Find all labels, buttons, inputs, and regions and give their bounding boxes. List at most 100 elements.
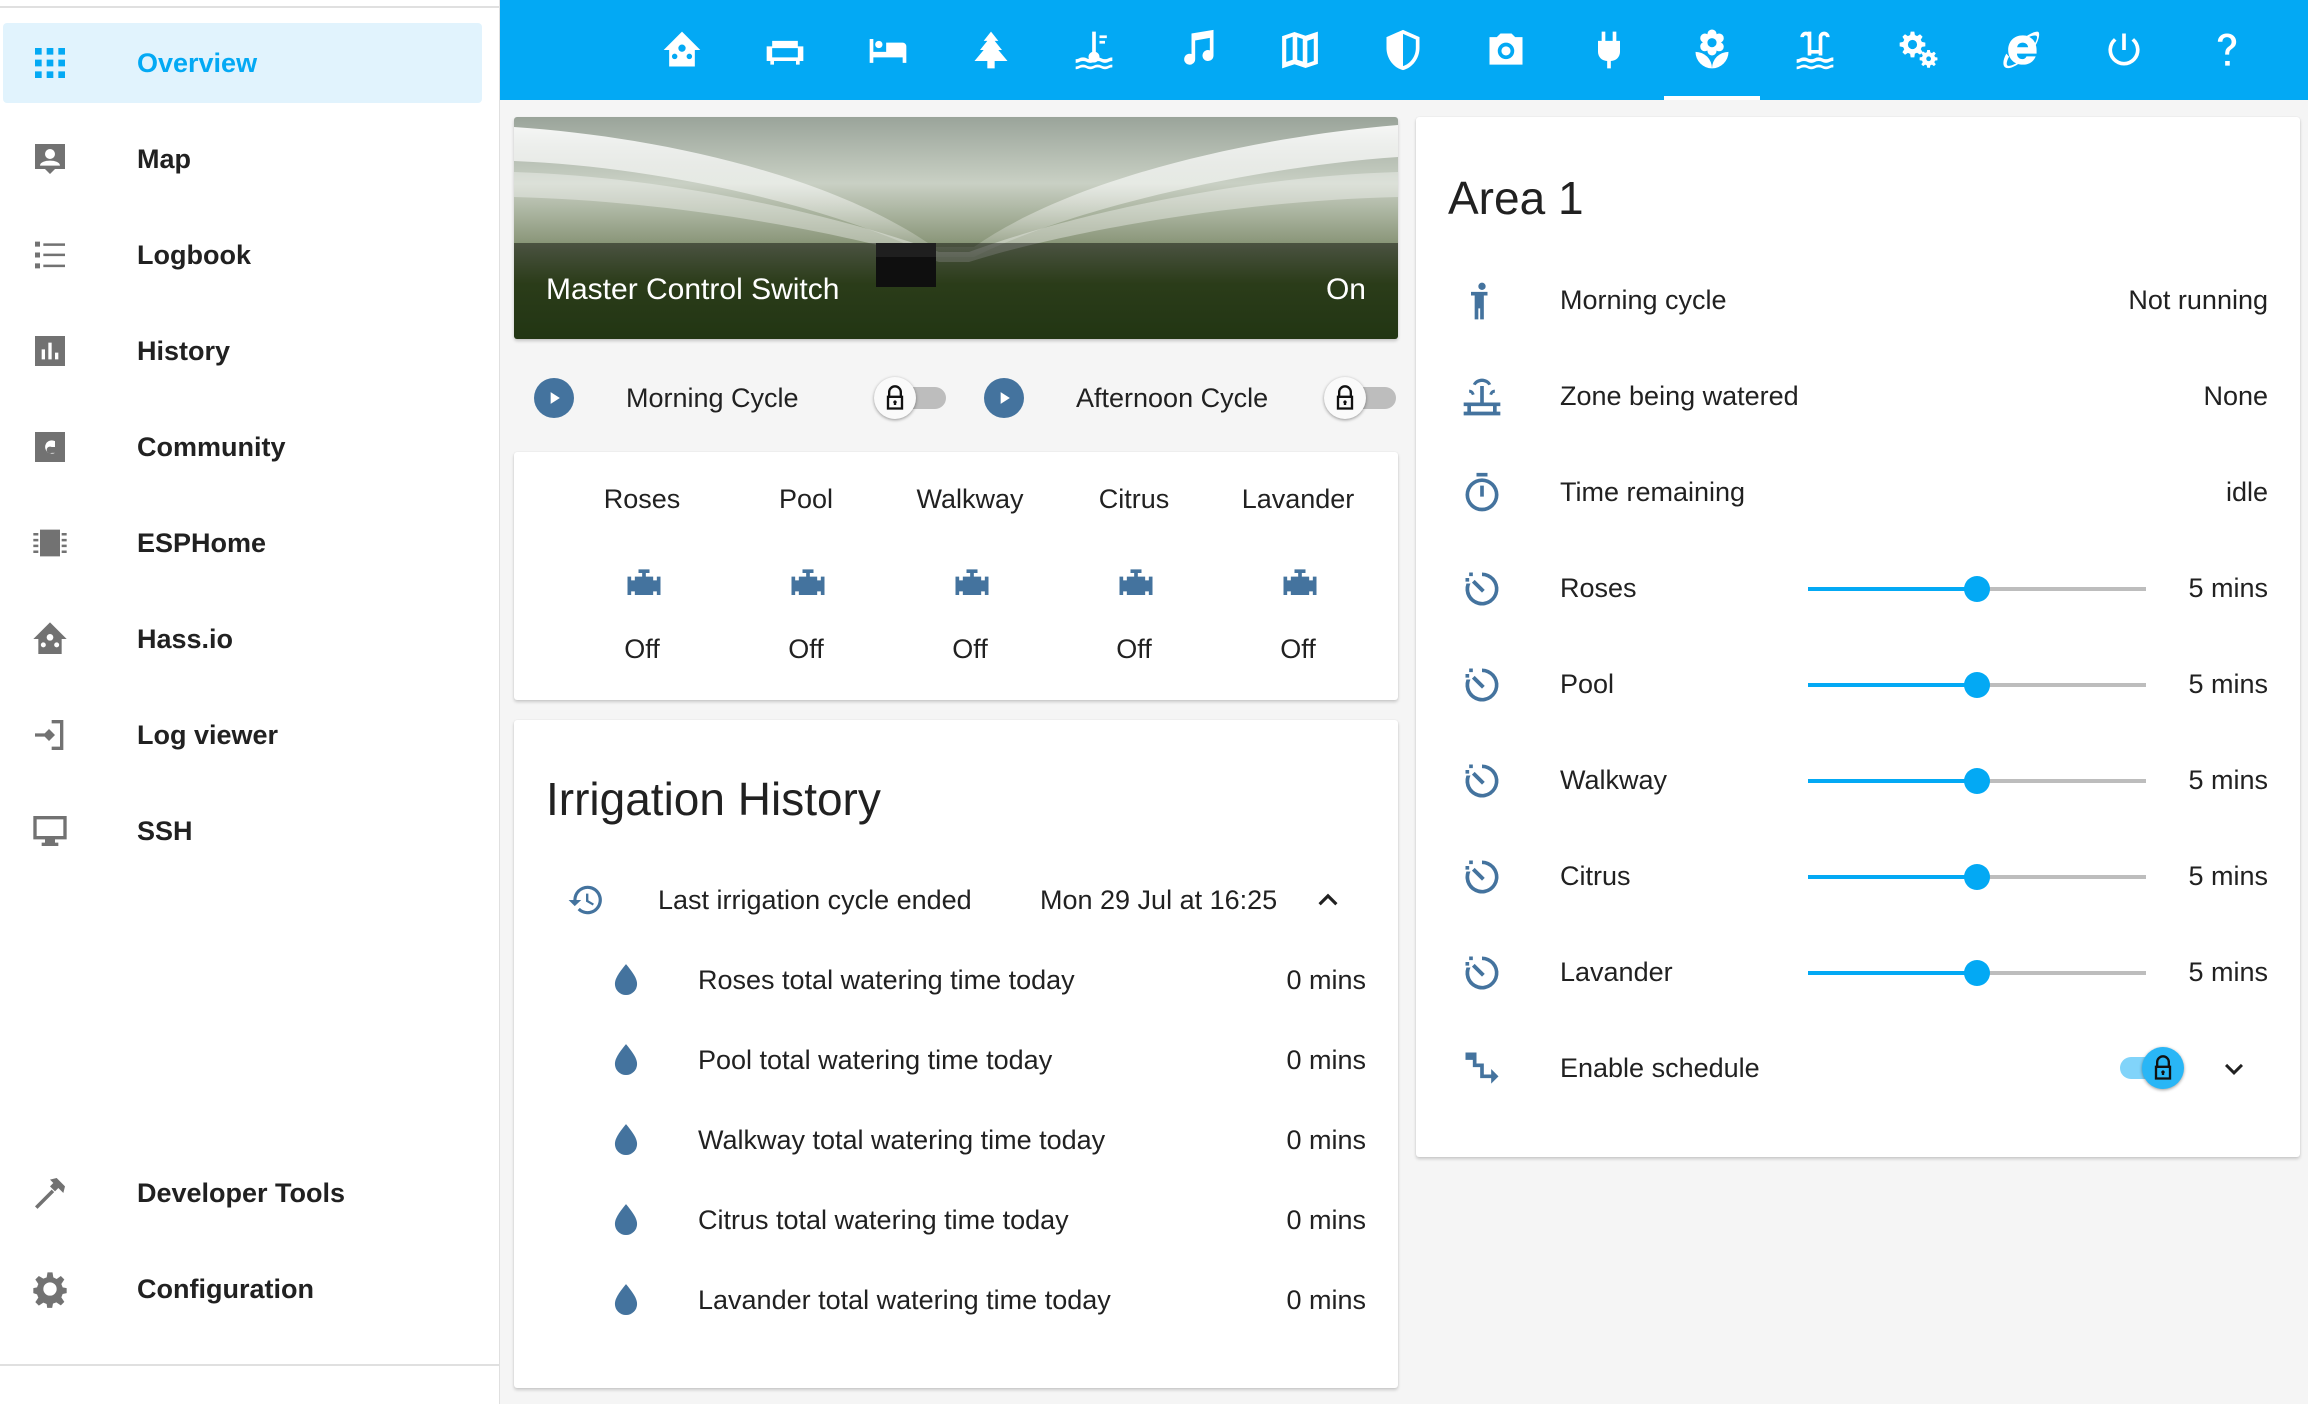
sidebar-item-history[interactable]: History	[3, 311, 482, 391]
tab-music[interactable]	[1149, 0, 1245, 100]
history-row-roses: Roses total watering time today 0 mins	[514, 950, 1398, 1010]
slider-thumb[interactable]	[1964, 672, 1990, 698]
zone-watered-status-row[interactable]: Zone being watered None	[1416, 357, 2300, 437]
irrigation-history-card: Irrigation History Last irrigation cycle…	[514, 720, 1398, 1388]
tab-security[interactable]	[1355, 0, 1451, 100]
tab-garden[interactable]	[943, 0, 1039, 100]
history-row-citrus: Citrus total watering time today 0 mins	[514, 1190, 1398, 1250]
tab-help[interactable]	[2179, 0, 2275, 100]
sidebar-item-map[interactable]: Map	[3, 119, 482, 199]
zone-pool[interactable]: Pool Off	[724, 452, 888, 700]
chevron-up-icon[interactable]	[1308, 880, 1348, 920]
tab-home[interactable]	[634, 0, 730, 100]
slider-value: 5 mins	[2188, 957, 2268, 987]
history-row-lavander: Lavander total watering time today 0 min…	[514, 1270, 1398, 1330]
settings-icon	[1899, 31, 1938, 68]
tab-power[interactable]	[1561, 0, 1657, 100]
tab-system[interactable]	[2076, 0, 2172, 100]
zone-state: Off	[624, 634, 660, 664]
duration-row-walkway: Walkway 5 mins	[1416, 741, 2300, 821]
sidebar-item-label: Developer Tools	[137, 1177, 346, 1208]
power-plug-icon	[1598, 31, 1620, 69]
last-cycle-label: Last irrigation cycle ended	[658, 884, 972, 915]
tab-internet[interactable]	[1973, 0, 2069, 100]
duration-slider[interactable]	[1808, 672, 2146, 698]
sidebar-item-log-viewer[interactable]: Log viewer	[3, 695, 482, 775]
morning-cycle-lock-toggle[interactable]	[874, 377, 948, 419]
tab-bedroom[interactable]	[840, 0, 936, 100]
sidebar-item-overview[interactable]: Overview	[3, 23, 482, 103]
zone-walkway[interactable]: Walkway Off	[888, 452, 1052, 700]
home-assistant-icon	[28, 617, 72, 661]
sidebar-item-label: Log viewer	[137, 719, 279, 750]
sidebar-item-configuration[interactable]: Configuration	[3, 1249, 482, 1329]
tab-irrigation[interactable]	[1664, 0, 1760, 100]
valve-icon	[622, 562, 666, 606]
slider-thumb[interactable]	[1964, 864, 1990, 890]
valve-icon	[1278, 562, 1322, 606]
sidebar-item-developer-tools[interactable]: Developer Tools	[3, 1153, 482, 1233]
master-control-card[interactable]: Master Control Switch On	[514, 117, 1398, 339]
slider-thumb[interactable]	[1964, 576, 1990, 602]
sidebar-item-community[interactable]: Community	[3, 407, 482, 487]
toggle-knob	[2142, 1047, 2184, 1089]
zone-citrus[interactable]: Citrus Off	[1052, 452, 1216, 700]
duration-slider[interactable]	[1808, 768, 2146, 794]
water-drop-icon	[606, 1200, 646, 1240]
zone-name: Walkway	[916, 484, 1024, 514]
tab-pool[interactable]	[1767, 0, 1863, 100]
afternoon-cycle-play-button[interactable]	[984, 378, 1024, 418]
fountain-icon	[1460, 375, 1504, 419]
chevron-down-icon[interactable]	[2216, 1051, 2252, 1087]
account-box-icon	[28, 137, 72, 181]
history-row-value: 0 mins	[1286, 1124, 1366, 1155]
slider-fill	[1808, 971, 1977, 975]
slider-thumb[interactable]	[1964, 768, 1990, 794]
duration-slider[interactable]	[1808, 960, 2146, 986]
flower-icon	[1695, 29, 1729, 69]
tab-pool-temp[interactable]	[1046, 0, 1142, 100]
history-row-pool: Pool total watering time today 0 mins	[514, 1030, 1398, 1090]
zone-roses[interactable]: Roses Off	[560, 452, 724, 700]
slider-label: Pool	[1560, 669, 1615, 699]
sidebar-item-label: Hass.io	[137, 623, 234, 654]
tab-cameras[interactable]	[1458, 0, 1554, 100]
history-row-label: Roses total watering time today	[698, 964, 1075, 995]
last-cycle-row[interactable]: Last irrigation cycle ended Mon 29 Jul a…	[514, 870, 1398, 930]
sidebar-item-ssh[interactable]: SSH	[3, 791, 482, 871]
chart-bar-icon	[28, 329, 72, 373]
zone-name: Citrus	[1098, 484, 1170, 514]
status-label: Morning cycle	[1560, 285, 1727, 315]
lock-icon	[886, 385, 904, 410]
lock-icon	[1336, 385, 1354, 410]
enable-schedule-toggle[interactable]	[2110, 1047, 2184, 1089]
slider-fill	[1808, 875, 1977, 879]
sidebar-item-esphome[interactable]: ESPHome	[3, 503, 482, 583]
tab-map[interactable]	[1252, 0, 1348, 100]
timer-sand-icon	[1460, 951, 1504, 995]
afternoon-cycle-lock-toggle[interactable]	[1324, 377, 1398, 419]
monitor-icon	[28, 809, 72, 853]
zone-lavander[interactable]: Lavander Off	[1216, 452, 1380, 700]
sidebar-item-label: Overview	[137, 47, 258, 78]
tab-living-room[interactable]	[737, 0, 833, 100]
duration-slider[interactable]	[1808, 864, 2146, 890]
sidebar-item-label: ESPHome	[137, 527, 267, 558]
schedule-arrow-icon	[1460, 1047, 1504, 1091]
sofa-icon	[766, 40, 804, 65]
morning-cycle-status-row[interactable]: Morning cycle Not running	[1416, 261, 2300, 341]
slider-fill	[1808, 779, 1977, 783]
lock-icon	[2154, 1055, 2172, 1080]
history-row-value: 0 mins	[1286, 1284, 1366, 1315]
duration-row-lavander: Lavander 5 mins	[1416, 933, 2300, 1013]
morning-cycle-play-button[interactable]	[534, 378, 574, 418]
time-remaining-status-row[interactable]: Time remaining idle	[1416, 453, 2300, 533]
slider-label: Walkway	[1560, 765, 1668, 795]
sidebar-item-logbook[interactable]: Logbook	[3, 215, 482, 295]
afternoon-cycle-row: Afternoon Cycle	[984, 368, 1404, 428]
sidebar-item-hassio[interactable]: Hass.io	[3, 599, 482, 679]
slider-thumb[interactable]	[1964, 960, 1990, 986]
duration-slider[interactable]	[1808, 576, 2146, 602]
power-icon	[2108, 33, 2140, 66]
tab-settings[interactable]	[1870, 0, 1966, 100]
